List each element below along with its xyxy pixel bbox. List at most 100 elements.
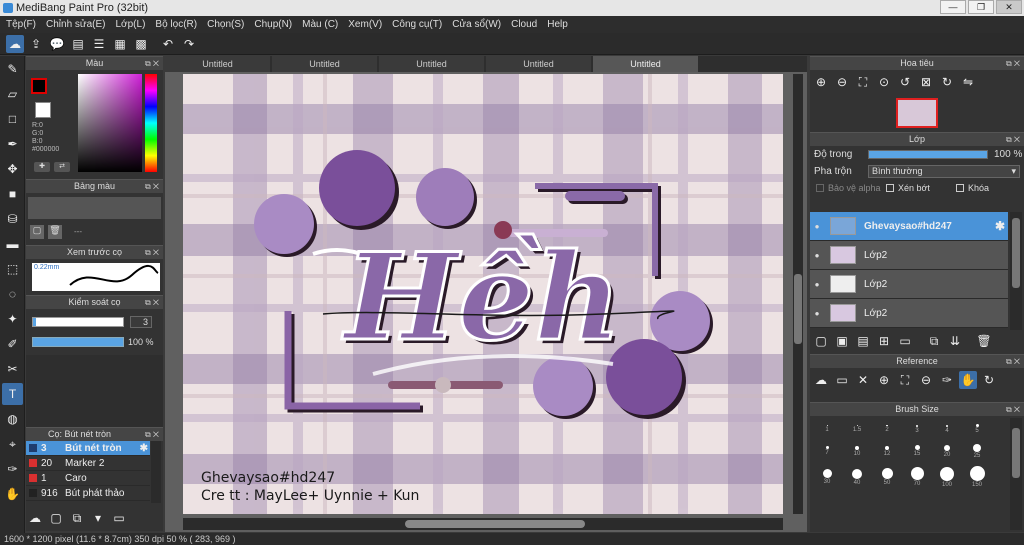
duplicate-layer-icon[interactable]: ⧉ — [925, 332, 943, 350]
background-color-swatch[interactable] — [35, 102, 51, 118]
select-rect-tool-icon[interactable]: ⬚ — [2, 258, 23, 280]
layer-opacity-slider[interactable] — [868, 149, 988, 159]
rotate-left-icon[interactable]: ↺ — [896, 73, 914, 91]
visibility-icon[interactable]: ● — [810, 251, 824, 260]
panel-controls-icon[interactable]: ⧉ ✕ — [1006, 403, 1020, 416]
folder-icon[interactable]: ▭ — [896, 332, 914, 350]
select-eraser-tool-icon[interactable]: ✂ — [2, 358, 23, 380]
zoom-search-icon[interactable]: ⊙ — [875, 73, 893, 91]
brush-size-option[interactable]: 15 — [902, 440, 932, 462]
dropper-tool-icon[interactable]: ✑ — [2, 458, 23, 480]
pen-tool-icon[interactable]: ✒ — [2, 133, 23, 155]
new-brush-icon[interactable]: ▢ — [47, 509, 65, 527]
saturation-value-picker[interactable] — [78, 74, 142, 172]
delete-palette-icon[interactable]: 🗑 — [48, 225, 62, 239]
balloon-tool-icon[interactable]: ◍ — [2, 408, 23, 430]
reset-rotation-icon[interactable]: ⊠ — [917, 73, 935, 91]
blend-mode-select[interactable]: Bình thường ▾ — [868, 164, 1020, 178]
flip-icon[interactable]: ⇋ — [959, 73, 977, 91]
color-add-icon[interactable]: ✚ — [34, 162, 50, 172]
document-icon[interactable]: ▤ — [69, 35, 87, 53]
layer-list-scrollbar[interactable] — [1010, 212, 1022, 330]
zoom-out-icon[interactable]: ⊖ — [917, 371, 935, 389]
magic-wand-tool-icon[interactable]: ✦ — [2, 308, 23, 330]
visibility-icon[interactable]: ● — [810, 309, 824, 318]
panel-controls-icon[interactable]: ⧉ ✕ — [1006, 355, 1020, 368]
zoom-in-icon[interactable]: ⊕ — [875, 371, 893, 389]
brush-size-scrollbar[interactable] — [1010, 418, 1022, 530]
tab-untitled-2[interactable]: Untitled — [272, 56, 377, 72]
palette-swatch-area[interactable] — [28, 197, 161, 219]
cloud-icon[interactable]: ☁ — [812, 371, 830, 389]
brush-settings-icon[interactable]: ▾ — [89, 509, 107, 527]
visibility-icon[interactable]: ● — [810, 280, 824, 289]
brush-size-option[interactable]: 4 — [932, 418, 962, 440]
brush-size-option[interactable]: 100 — [932, 462, 962, 492]
text-tool-icon[interactable]: T — [2, 383, 23, 405]
undo-icon[interactable]: ↶ — [159, 35, 177, 53]
redo-icon[interactable]: ↷ — [180, 35, 198, 53]
gear-icon[interactable]: ✱ — [140, 443, 148, 454]
cloud-brush-icon[interactable]: ☁ — [26, 509, 44, 527]
menu-filter[interactable]: Bộ lọc(R) — [155, 19, 197, 30]
brush-size-option[interactable]: 10 — [842, 440, 872, 462]
hand-icon[interactable]: ✋ — [959, 371, 977, 389]
menu-help[interactable]: Help — [547, 19, 568, 30]
menu-cloud[interactable]: Cloud — [511, 19, 537, 30]
drawing-canvas[interactable]: Hềh Hềh Ghevaysao#hd247 Cre tt : MayLee+… — [183, 74, 783, 514]
menu-file[interactable]: Tệp(F) — [6, 19, 36, 30]
menu-tools[interactable]: Công cụ(T) — [392, 19, 442, 30]
fit-icon[interactable]: ⛶ — [854, 73, 872, 91]
panel-controls-icon[interactable]: ⧉ ✕ — [145, 246, 159, 259]
brush-item[interactable]: 916 Bút phát thảo — [26, 486, 150, 501]
brush-size-option[interactable]: 12 — [872, 440, 902, 462]
brush-size-option[interactable]: 25 — [962, 440, 992, 462]
clipping-checkbox[interactable] — [886, 184, 894, 192]
menu-select[interactable]: Chọn(S) — [207, 19, 244, 30]
gear-icon[interactable]: ✱ — [995, 219, 1005, 233]
panel-controls-icon[interactable]: ⧉ ✕ — [1006, 57, 1020, 70]
hue-slider[interactable] — [145, 74, 157, 172]
tab-untitled-5[interactable]: Untitled — [593, 56, 698, 72]
panel-controls-icon[interactable]: ⧉ ✕ — [145, 57, 159, 70]
panel-controls-icon[interactable]: ⧉ ✕ — [145, 428, 159, 441]
menu-view[interactable]: Xem(V) — [348, 19, 382, 30]
folder-icon[interactable]: ▭ — [110, 509, 128, 527]
fill-rect-tool-icon[interactable]: ■ — [2, 183, 23, 205]
comment-icon[interactable]: 💬 — [48, 35, 66, 53]
brush-tool-icon[interactable]: ✎ — [2, 58, 23, 80]
brush-size-option[interactable]: 2 — [872, 418, 902, 440]
brush-size-option[interactable]: 40 — [842, 462, 872, 492]
tab-untitled-4[interactable]: Untitled — [486, 56, 591, 72]
eraser-tool-icon[interactable]: ▱ — [2, 83, 23, 105]
menu-window[interactable]: Cửa sổ(W) — [452, 19, 501, 30]
navigator-thumbnail[interactable] — [896, 98, 938, 128]
foreground-color-swatch[interactable] — [31, 78, 47, 94]
share-icon[interactable]: ⇪ — [27, 35, 45, 53]
delete-layer-icon[interactable]: 🗑 — [975, 332, 993, 350]
brush-size-option[interactable]: 20 — [932, 440, 962, 462]
layer-row[interactable]: ● Lớp2 — [810, 270, 1008, 299]
brush-size-option[interactable]: 1.5 — [842, 418, 872, 440]
select-pen-tool-icon[interactable]: ✐ — [2, 333, 23, 355]
tiles-icon[interactable]: ▩ — [132, 35, 150, 53]
lock-checkbox[interactable] — [956, 184, 964, 192]
open-folder-icon[interactable]: ▭ — [833, 371, 851, 389]
tab-untitled-1[interactable]: Untitled — [165, 56, 270, 72]
eyedropper-tool-icon[interactable]: ⌖ — [2, 433, 23, 455]
panel-controls-icon[interactable]: ⧉ ✕ — [1006, 133, 1020, 146]
menu-color[interactable]: Màu (C) — [302, 19, 338, 30]
tab-untitled-3[interactable]: Untitled — [379, 56, 484, 72]
brush-size-option[interactable]: 150 — [962, 462, 992, 492]
close-button[interactable]: ✕ — [996, 0, 1022, 14]
minimize-button[interactable]: — — [940, 0, 966, 14]
fit-icon[interactable]: ⛶ — [896, 371, 914, 389]
vertical-scroll-thumb[interactable] — [794, 274, 802, 344]
add-layer-menu-icon[interactable]: ⊞ — [875, 332, 893, 350]
brush-size-option[interactable]: 3 — [902, 418, 932, 440]
rotate-icon[interactable]: ↻ — [980, 371, 998, 389]
layer-scroll-thumb[interactable] — [1012, 218, 1020, 288]
brush-list-scrollbar[interactable] — [151, 441, 161, 503]
brush-size-option[interactable]: 7 — [812, 440, 842, 462]
brush-size-scroll-thumb[interactable] — [1012, 428, 1020, 478]
